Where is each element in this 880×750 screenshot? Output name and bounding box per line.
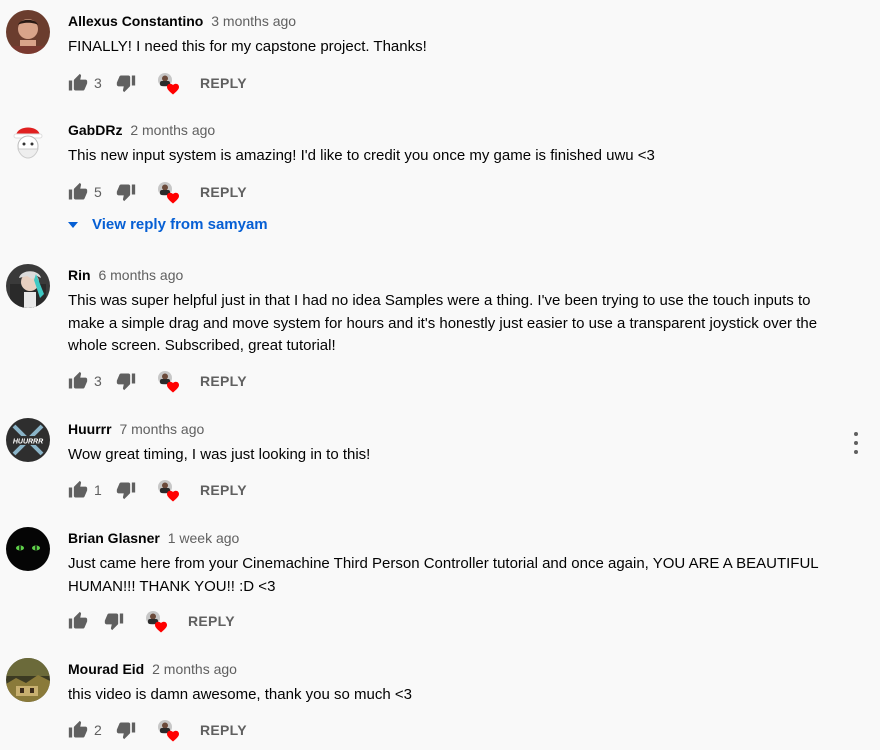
comment-actions: 5 REPLY <box>68 180 247 204</box>
reply-button[interactable]: REPLY <box>200 373 247 389</box>
thumbs-up-icon <box>68 720 88 740</box>
comment-time[interactable]: 1 week ago <box>168 530 240 546</box>
avatar-logo-text: HUURRR <box>13 439 43 446</box>
author-name[interactable]: GabDRz <box>68 122 122 138</box>
comment-actions: REPLY <box>68 609 235 633</box>
like-count: 1 <box>94 482 102 498</box>
like-button[interactable] <box>68 480 88 500</box>
comment-actions: 3 REPLY <box>68 71 247 95</box>
thumbs-up-icon <box>68 611 88 631</box>
comment-actions: 3 REPLY <box>68 369 247 393</box>
comment-text: This was super helpful just in that I ha… <box>68 292 818 354</box>
comment-text: Wow great timing, I was just looking in … <box>68 446 371 463</box>
avatar[interactable] <box>6 10 50 54</box>
dislike-button[interactable] <box>116 480 136 500</box>
avatar[interactable] <box>6 658 50 702</box>
dislike-button[interactable] <box>116 182 136 202</box>
comment-text: this video is damn awesome, thank you so… <box>68 686 412 703</box>
view-replies-button[interactable]: View reply from samyam <box>68 216 268 233</box>
creator-heart-icon <box>156 180 180 204</box>
like-button[interactable] <box>68 73 88 93</box>
reply-button[interactable]: REPLY <box>200 722 247 738</box>
comment-time[interactable]: 2 months ago <box>130 122 215 138</box>
comment-header: GabDRz 2 months ago <box>68 122 215 138</box>
comment-thread: GabDRz 2 months ago This new input syste… <box>0 119 880 239</box>
black-cat-eyes-avatar-icon <box>6 527 50 571</box>
avatar[interactable] <box>6 527 50 571</box>
author-name[interactable]: Allexus Constantino <box>68 13 203 29</box>
like-count: 3 <box>94 75 102 91</box>
thumbs-down-icon <box>116 480 136 500</box>
author-name[interactable]: Huurrr <box>68 421 112 437</box>
dislike-button[interactable] <box>116 73 136 93</box>
caret-down-icon <box>68 221 78 228</box>
like-button[interactable] <box>68 182 88 202</box>
like-button[interactable] <box>68 720 88 740</box>
reply-button[interactable]: REPLY <box>200 75 247 91</box>
comment-time[interactable]: 3 months ago <box>211 13 296 29</box>
swords-logo-avatar-icon: HUURRR <box>6 418 50 462</box>
comment-thread: HUURRR Huurrr 7 months ago Wow great tim… <box>0 418 880 508</box>
comment-text: Just came here from your Cinemachine Thi… <box>68 555 819 595</box>
creator-heart-icon <box>156 478 180 502</box>
comment-header: Huurrr 7 months ago <box>68 421 204 437</box>
comment-text: FINALLY! I need this for my capstone pro… <box>68 38 427 55</box>
creator-heart-icon <box>156 718 180 742</box>
thumbs-down-icon <box>116 371 136 391</box>
avatar[interactable] <box>6 119 50 163</box>
santa-hat-avatar-icon <box>6 119 50 163</box>
thumbs-up-icon <box>68 371 88 391</box>
comment-thread: Allexus Constantino 3 months ago FINALLY… <box>0 10 880 100</box>
landscape-photo-avatar-icon <box>6 658 50 702</box>
person-photo-avatar-icon <box>6 10 50 54</box>
thumbs-down-icon <box>116 720 136 740</box>
comment-header: Brian Glasner 1 week ago <box>68 530 239 546</box>
avatar[interactable] <box>6 264 50 308</box>
reply-button[interactable]: REPLY <box>200 482 247 498</box>
comment-time[interactable]: 2 months ago <box>152 661 237 677</box>
comment-thread: Brian Glasner 1 week ago Just came here … <box>0 527 880 637</box>
comment-text: This new input system is amazing! I'd li… <box>68 147 655 164</box>
like-count: 2 <box>94 722 102 738</box>
creator-heart-icon <box>156 71 180 95</box>
avatar[interactable]: HUURRR <box>6 418 50 462</box>
comment-actions: 1 REPLY <box>68 478 247 502</box>
creator-heart-icon <box>144 609 168 633</box>
creator-heart-icon <box>156 369 180 393</box>
reply-button[interactable]: REPLY <box>200 184 247 200</box>
comment-time[interactable]: 7 months ago <box>119 421 204 437</box>
like-button[interactable] <box>68 611 88 631</box>
author-name[interactable]: Brian Glasner <box>68 530 160 546</box>
comment-thread: Rin 6 months ago This was super helpful … <box>0 264 880 394</box>
like-button[interactable] <box>68 371 88 391</box>
comment-actions: 2 REPLY <box>68 718 247 742</box>
thumbs-up-icon <box>68 480 88 500</box>
thumbs-up-icon <box>68 182 88 202</box>
comment-time[interactable]: 6 months ago <box>98 267 183 283</box>
dislike-button[interactable] <box>104 611 124 631</box>
thumbs-down-icon <box>116 182 136 202</box>
dislike-button[interactable] <box>116 371 136 391</box>
comment-header: Rin 6 months ago <box>68 267 183 283</box>
like-count: 3 <box>94 373 102 389</box>
comment-header: Mourad Eid 2 months ago <box>68 661 237 677</box>
anime-character-avatar-icon <box>6 264 50 308</box>
reply-button[interactable]: REPLY <box>188 613 235 629</box>
like-count: 5 <box>94 184 102 200</box>
thumbs-down-icon <box>116 73 136 93</box>
thumbs-down-icon <box>104 611 124 631</box>
comment-header: Allexus Constantino 3 months ago <box>68 13 296 29</box>
view-replies-label: View reply from samyam <box>92 216 268 233</box>
dislike-button[interactable] <box>116 720 136 740</box>
comment-thread: Mourad Eid 2 months ago this video is da… <box>0 658 880 748</box>
thumbs-up-icon <box>68 73 88 93</box>
author-name[interactable]: Mourad Eid <box>68 661 144 677</box>
author-name[interactable]: Rin <box>68 267 91 283</box>
more-options-icon[interactable] <box>852 432 860 454</box>
